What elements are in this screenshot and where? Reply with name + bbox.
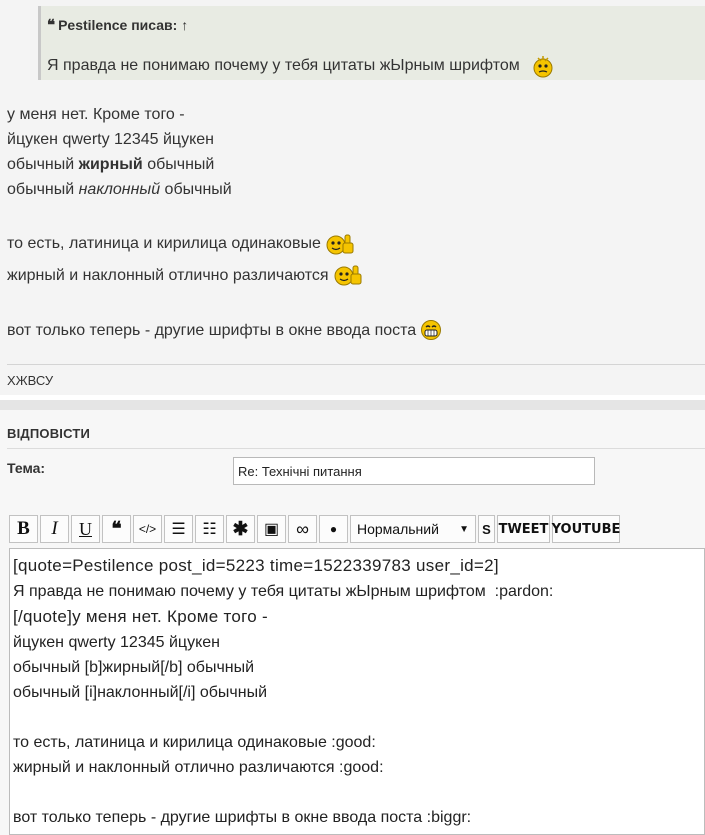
post-content: ❝ Pestilence писав: ↑ Я правда не понима… xyxy=(0,0,705,395)
image-button[interactable]: ▣ xyxy=(257,515,286,543)
list-button[interactable]: ☰ xyxy=(164,515,193,543)
italic-text: наклонный xyxy=(78,181,161,198)
quote-text-line: Я правда не понимаю почему у тебя цитаты… xyxy=(47,53,554,79)
numbered-list-button[interactable]: ☷ xyxy=(195,515,224,543)
bold-text: жирный xyxy=(78,156,143,173)
reply-divider xyxy=(7,448,705,449)
editor-line: вот только теперь - другие шрифты в окне… xyxy=(13,809,472,826)
quote-author[interactable]: Pestilence писав: ↑ xyxy=(58,17,188,33)
signature: ХЖВСУ xyxy=(7,373,54,388)
post-line: обычный xyxy=(142,156,215,173)
good-smiley-icon xyxy=(333,262,363,288)
font-size-value: Нормальний xyxy=(357,521,439,537)
font-size-select[interactable]: Нормальний ▼ xyxy=(350,515,476,543)
post-line: йцукен qwerty 12345 йцукен xyxy=(7,131,214,148)
pardon-smiley-icon xyxy=(532,53,554,79)
message-textarea[interactable]: [quote=Pestilence post_id=5223 time=1522… xyxy=(9,548,705,835)
editor-line: [/quote]у меня нет. Кроме того - xyxy=(13,607,269,626)
editor-line: Я правда не понимаю почему у тебя цитаты… xyxy=(13,583,554,600)
reply-panel: Відповісти Тема: Re: Технічні питання B … xyxy=(0,410,705,835)
section-divider xyxy=(0,400,705,410)
tweet-button[interactable]: TWEET xyxy=(497,515,550,543)
quote-header: ❝ Pestilence писав: ↑ xyxy=(47,16,705,34)
post-line: обычный xyxy=(7,181,79,198)
subject-input[interactable]: Re: Технічні питання xyxy=(233,457,595,485)
subject-label: Тема: xyxy=(7,460,46,476)
chevron-down-icon: ▼ xyxy=(459,523,469,535)
list-item-button[interactable]: ✱ xyxy=(226,515,255,543)
post-line: обычный xyxy=(7,156,79,173)
quote-text: Я правда не понимаю почему у тебя цитаты… xyxy=(47,57,520,74)
post-line: жирный и наклонный отлично различаются xyxy=(7,266,329,284)
editor-line: обычный [b]жирный[/b] обычный xyxy=(13,659,255,676)
post-line: обычный xyxy=(160,181,232,198)
color-button[interactable]: ● xyxy=(319,515,348,543)
good-smiley-icon xyxy=(325,231,355,257)
bold-button[interactable]: B xyxy=(9,515,38,543)
post-body: у меня нет. Кроме того - йцукен qwerty 1… xyxy=(7,102,442,345)
quote-button[interactable]: ❝ xyxy=(102,515,131,543)
s-button[interactable]: S xyxy=(478,515,495,543)
editor-line: жирный и наклонный отлично различаются :… xyxy=(13,759,384,776)
editor-line: йцукен qwerty 12345 йцукен xyxy=(13,634,220,651)
link-button[interactable]: ∞ xyxy=(288,515,317,543)
post-line: то есть, латиница и кирилица одинаковые xyxy=(7,235,321,252)
post-line: у меня нет. Кроме того - xyxy=(7,106,185,123)
quote-icon: ❝ xyxy=(47,16,56,34)
code-button[interactable]: </> xyxy=(133,515,162,543)
editor-toolbar: B I U ❝ </> ☰ ☷ ✱ ▣ ∞ ● Нормальний ▼ S T… xyxy=(9,515,620,543)
biggrin-smiley-icon xyxy=(420,319,442,341)
youtube-button[interactable]: YOUTUBE xyxy=(552,515,620,543)
editor-line: то есть, латиница и кирилица одинаковые … xyxy=(13,734,376,751)
editor-line: обычный [i]наклонный[/i] обычный xyxy=(13,684,268,701)
quote-block: ❝ Pestilence писав: ↑ Я правда не понима… xyxy=(38,6,705,80)
reply-title: Відповісти xyxy=(7,426,91,441)
underline-button[interactable]: U xyxy=(71,515,100,543)
signature-divider xyxy=(7,364,705,365)
italic-button[interactable]: I xyxy=(40,515,69,543)
editor-line: [quote=Pestilence post_id=5223 time=1522… xyxy=(13,556,499,575)
post-line: вот только теперь - другие шрифты в окне… xyxy=(7,321,417,339)
